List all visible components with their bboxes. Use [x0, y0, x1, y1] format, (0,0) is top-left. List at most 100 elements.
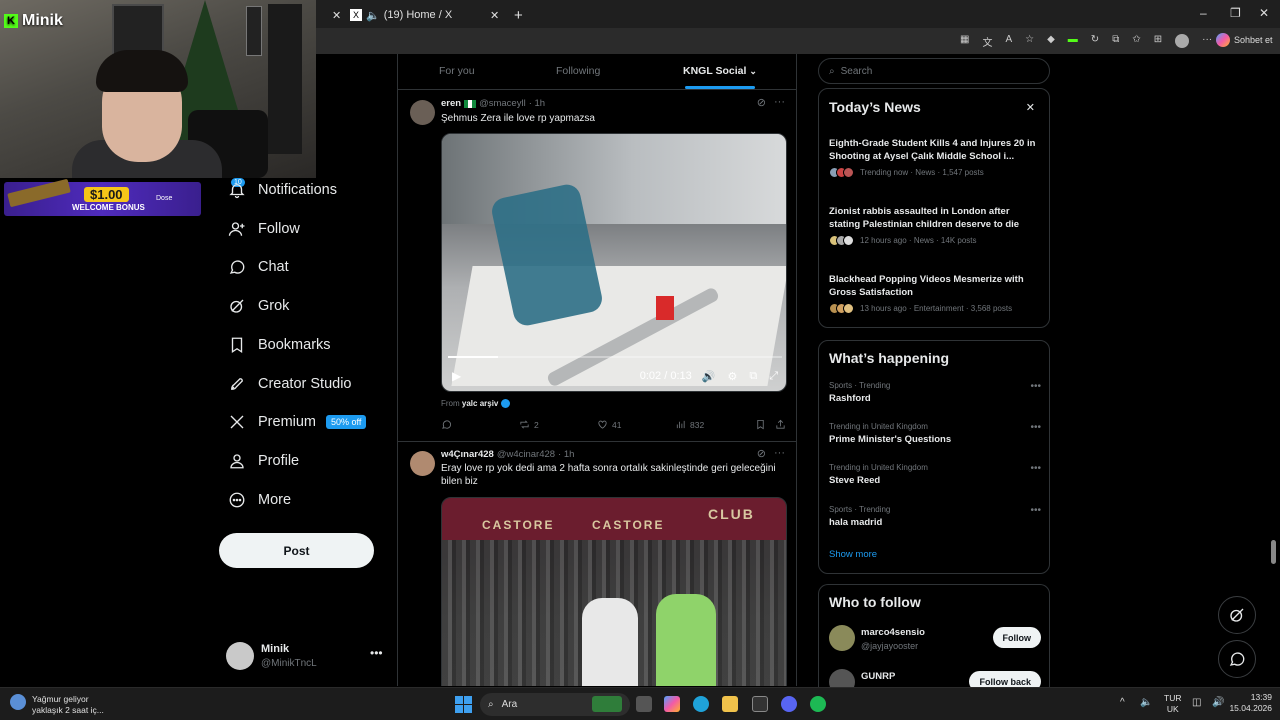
search-box[interactable]: ⌕: [818, 58, 1050, 84]
weather-widget[interactable]: Yağmur geliyor yaklaşık 2 saat iç...: [10, 694, 104, 716]
play-icon[interactable]: ▶: [452, 369, 461, 383]
app-icon[interactable]: ▦: [960, 34, 969, 49]
tweet[interactable]: w4Çınar428 @w4cinar428 · 1h ⊘ ··· Eray l…: [398, 443, 796, 686]
views-button[interactable]: 832: [675, 419, 704, 430]
tweet-video[interactable]: ▶ 0:02 / 0:13 🔊 ⚙ ⧉ ⤢: [441, 133, 787, 392]
task-view-icon[interactable]: [636, 696, 652, 712]
bookmark-button[interactable]: [755, 419, 766, 430]
grok-floating-button[interactable]: [1218, 596, 1256, 634]
favorites-icon[interactable]: ✩: [1132, 34, 1140, 49]
nav-profile[interactable]: Profile: [228, 449, 299, 473]
widget-icon[interactable]: [592, 696, 622, 712]
tweet-author-name[interactable]: w4Çınar428: [441, 449, 494, 460]
tweet-author-handle[interactable]: @smaceyll: [479, 98, 526, 109]
extension-icon[interactable]: ◆: [1047, 34, 1055, 49]
close-icon[interactable]: ✕: [1026, 101, 1035, 114]
fullscreen-icon[interactable]: ⤢: [769, 370, 778, 383]
avatar[interactable]: [410, 451, 435, 476]
grok-icon[interactable]: ⊘: [757, 96, 766, 109]
nav-bookmarks[interactable]: Bookmarks: [228, 333, 331, 357]
share-button[interactable]: [775, 419, 786, 430]
browser-menu-icon[interactable]: ···: [1202, 34, 1212, 49]
edge-icon[interactable]: [693, 696, 709, 712]
account-switcher[interactable]: Minik @MinikTncL •••: [226, 640, 386, 674]
trend-item[interactable]: Trending in United Kingdom Steve Reed ••…: [829, 463, 1043, 486]
tweet-video[interactable]: CASTORE CASTORE CLUB: [441, 497, 787, 686]
like-button[interactable]: 41: [597, 419, 621, 430]
app-icon[interactable]: [752, 696, 768, 712]
read-aloud-icon[interactable]: A: [1005, 34, 1012, 49]
tab-close-icon[interactable]: ✕: [490, 4, 499, 26]
trend-more-icon[interactable]: •••: [1030, 381, 1041, 392]
tab-close-icon[interactable]: ✕: [332, 4, 341, 26]
tweet[interactable]: eren @smaceyll · 1h ⊘ ··· Şehmus Zera il…: [398, 90, 796, 442]
extensions-puzzle-icon[interactable]: ⧉: [1112, 34, 1119, 49]
refresh-extension-icon[interactable]: ↻: [1091, 34, 1099, 49]
trend-more-icon[interactable]: •••: [1030, 505, 1041, 516]
nav-grok[interactable]: Grok: [228, 294, 289, 318]
close-window-button[interactable]: ✕: [1259, 6, 1269, 20]
profile-avatar-icon[interactable]: [1175, 34, 1190, 48]
repost-button[interactable]: 2: [519, 419, 539, 430]
grok-icon[interactable]: ⊘: [757, 447, 766, 460]
speaker-icon[interactable]: 🔈: [366, 9, 380, 22]
tweet-author-name[interactable]: eren: [441, 98, 461, 109]
maximize-button[interactable]: ❐: [1230, 6, 1241, 20]
spotify-icon[interactable]: [810, 696, 826, 712]
tweet-time[interactable]: · 1h: [529, 98, 545, 109]
tab-kngl-social[interactable]: KNGL Social ⌄: [683, 65, 757, 77]
language-indicator[interactable]: TUR UK: [1164, 693, 1181, 715]
tweet-more-icon[interactable]: ···: [774, 96, 785, 109]
translate-icon[interactable]: 文: [982, 34, 992, 49]
collections-icon[interactable]: ⊞: [1154, 34, 1162, 49]
speaker-icon[interactable]: 🔈: [1140, 697, 1152, 708]
copilot-app-icon[interactable]: [664, 696, 680, 712]
nav-more[interactable]: More: [228, 488, 291, 512]
new-tab-button[interactable]: +: [514, 4, 523, 26]
extension-green-icon[interactable]: ▬: [1068, 34, 1078, 49]
nav-chat[interactable]: Chat: [228, 255, 289, 279]
minimize-button[interactable]: –: [1200, 6, 1207, 20]
tab-x-home[interactable]: X 🔈 (19) Home / X: [350, 4, 500, 26]
avatar[interactable]: [410, 100, 435, 125]
trend-more-icon[interactable]: •••: [1030, 422, 1041, 433]
show-more-link[interactable]: Show more: [829, 549, 877, 560]
nav-follow[interactable]: Follow: [228, 217, 300, 241]
windows-start-icon[interactable]: [455, 696, 472, 713]
discord-icon[interactable]: [781, 696, 797, 712]
messages-floating-button[interactable]: [1218, 640, 1256, 678]
account-menu-icon[interactable]: •••: [370, 646, 383, 660]
file-explorer-icon[interactable]: [722, 696, 738, 712]
volume-icon[interactable]: 🔊: [702, 370, 716, 383]
tweet-time[interactable]: · 1h: [558, 449, 574, 460]
nav-premium[interactable]: Premium 50% off: [228, 410, 367, 434]
nav-creator-studio[interactable]: Creator Studio: [228, 372, 352, 396]
follow-button[interactable]: Follow: [992, 627, 1041, 648]
tweet-more-icon[interactable]: ···: [774, 447, 785, 460]
news-item[interactable]: Eighth-Grade Student Kills 4 and Injures…: [829, 137, 1043, 178]
reply-button[interactable]: [441, 419, 456, 430]
trend-more-icon[interactable]: •••: [1030, 463, 1041, 474]
nav-notifications[interactable]: Notifications: [228, 178, 337, 202]
trend-item[interactable]: Sports · Trending Rashford •••: [829, 381, 1043, 404]
post-button[interactable]: Post: [219, 533, 374, 568]
clock[interactable]: 13:39 15.04.2026: [1229, 692, 1272, 714]
settings-gear-icon[interactable]: ⚙: [727, 370, 737, 383]
trend-item[interactable]: Trending in United Kingdom Prime Ministe…: [829, 422, 1043, 445]
pip-icon[interactable]: ⧉: [749, 370, 757, 383]
tweet-author-handle[interactable]: @w4cinar428: [497, 449, 555, 460]
search-input[interactable]: [840, 65, 1031, 77]
follow-suggestion[interactable]: marco4sensio @jayjayooster Follow: [829, 623, 1043, 657]
tab-for-you[interactable]: For you: [439, 65, 475, 77]
trend-item[interactable]: Sports · Trending hala madrid •••: [829, 505, 1043, 528]
video-progress-bar[interactable]: [448, 356, 782, 358]
news-item[interactable]: Zionist rabbis assaulted in London after…: [829, 205, 1043, 246]
favorite-star-icon[interactable]: ☆: [1025, 34, 1034, 49]
copilot-button[interactable]: Sohbet et: [1216, 33, 1273, 47]
volume-icon[interactable]: 🔊: [1212, 697, 1224, 708]
tray-chevron-icon[interactable]: ^: [1120, 697, 1125, 708]
scrollbar-thumb[interactable]: [1271, 540, 1276, 564]
network-icon[interactable]: ◫: [1192, 697, 1201, 708]
tab-following[interactable]: Following: [556, 65, 600, 77]
from-account[interactable]: yalc arşiv: [462, 399, 498, 408]
